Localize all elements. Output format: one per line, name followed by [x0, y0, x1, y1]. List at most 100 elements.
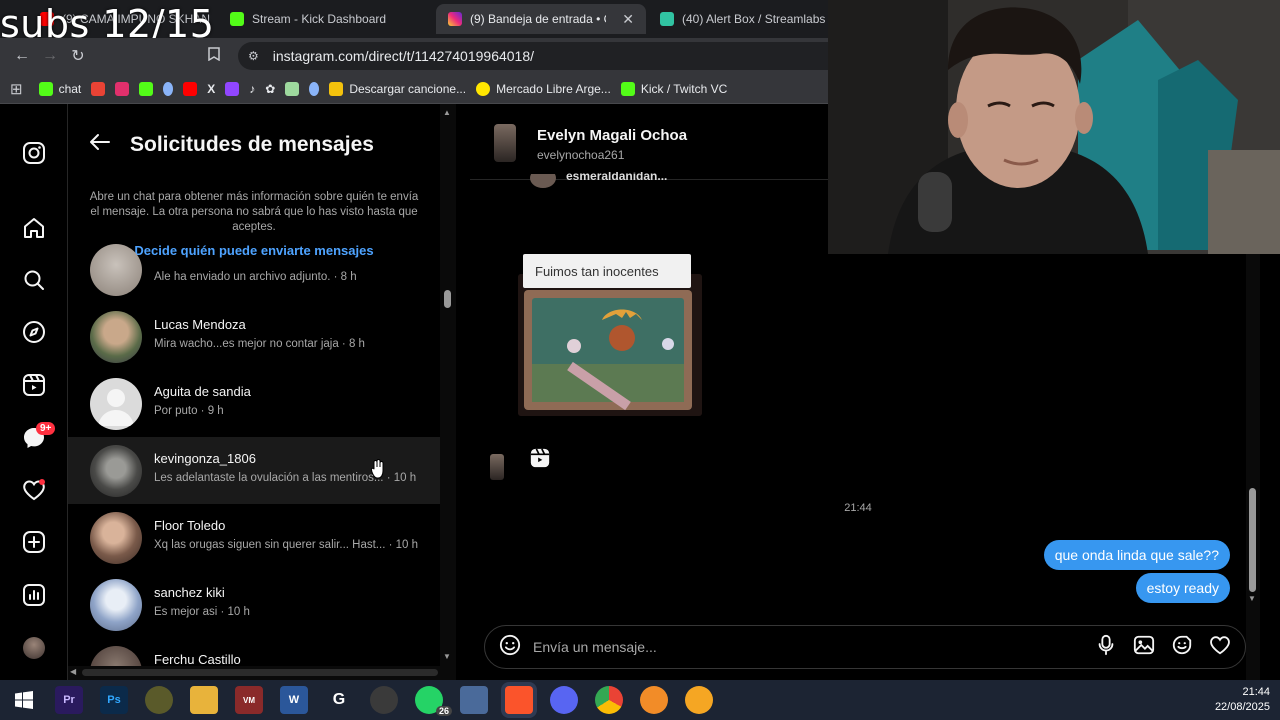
list-item[interactable]: kevingonza_1806 Les adelantaste la ovula…: [68, 437, 440, 504]
search-icon[interactable]: [21, 267, 47, 293]
contact-name[interactable]: Evelyn Magali Ochoa: [537, 127, 687, 144]
message-input[interactable]: [533, 639, 1095, 655]
bookmark-chat[interactable]: chat: [38, 81, 81, 96]
g-hub-icon[interactable]: G: [325, 686, 353, 714]
word-icon[interactable]: W: [280, 686, 308, 714]
bookmark-drop[interactable]: [163, 81, 174, 96]
windows-taskbar: Pr Ps VM W G 26 21:44 22/08/2025: [0, 680, 1280, 720]
list-item[interactable]: sanchez kiki Es mejor asi · 10 h: [68, 571, 440, 638]
sender-avatar: [490, 454, 504, 480]
bookmark-tiktok[interactable]: ♪: [249, 82, 255, 96]
scrollbar-thumb[interactable]: [444, 290, 451, 308]
shared-post-image[interactable]: [518, 274, 702, 416]
scroll-left-icon[interactable]: ◀: [70, 667, 76, 676]
bookmark-gmail[interactable]: [91, 81, 106, 96]
windows-start-icon[interactable]: [10, 686, 38, 714]
list-item[interactable]: Lucas Mendoza Mira wacho...es mejor no c…: [68, 303, 440, 370]
sticker-icon[interactable]: [1171, 634, 1193, 661]
scroll-down-icon[interactable]: ▼: [443, 652, 451, 661]
scrollbar-thumb[interactable]: [1249, 488, 1256, 592]
photoshop-icon[interactable]: Ps: [100, 686, 128, 714]
reload-icon[interactable]: ↻: [64, 46, 92, 66]
scroll-up-icon[interactable]: ▲: [443, 108, 451, 117]
address-bar: ← → ↻ ⚙ instagram.com/direct/t/114274019…: [0, 38, 828, 74]
twitch-icon: [225, 81, 240, 96]
brave-icon[interactable]: [505, 686, 533, 714]
instagram-icon: [448, 12, 462, 26]
reel-icon[interactable]: [529, 447, 551, 469]
emoji-icon[interactable]: [499, 634, 521, 661]
url-field[interactable]: ⚙ instagram.com/direct/t/114274019964018…: [238, 42, 828, 70]
contact-avatar[interactable]: [494, 124, 516, 162]
list-item-preview: Xq las orugas siguen sin querer salir...…: [154, 539, 418, 551]
vlc-icon[interactable]: [640, 686, 668, 714]
chat-scrollbar[interactable]: ▼: [1246, 254, 1260, 680]
tab-instagram-inbox[interactable]: (9) Bandeja de entrada • Chat ✕: [436, 4, 646, 34]
bookmark-youtube[interactable]: [183, 81, 198, 96]
profile-avatar[interactable]: [21, 635, 47, 661]
bookmark-kick[interactable]: [139, 81, 154, 96]
close-tab-icon[interactable]: ✕: [622, 11, 634, 28]
mercadolibre-icon: [476, 81, 491, 96]
create-icon[interactable]: [21, 529, 47, 555]
list-item[interactable]: Floor Toledo Xq las orugas siguen sin qu…: [68, 504, 440, 571]
bookmark-x[interactable]: X: [207, 82, 215, 96]
bookmark-descargar[interactable]: Descargar cancione...: [329, 81, 466, 96]
dashboard-icon[interactable]: [21, 582, 47, 608]
reels-icon[interactable]: [21, 372, 47, 398]
fl-studio-icon[interactable]: [685, 686, 713, 714]
like-heart-icon[interactable]: [1209, 634, 1231, 661]
home-icon[interactable]: [21, 215, 47, 241]
microphone-icon[interactable]: [1095, 634, 1117, 661]
avatar: [90, 445, 142, 497]
sent-message-bubble[interactable]: que onda linda que sale??: [1043, 540, 1230, 570]
bookmark-instagram[interactable]: [115, 81, 130, 96]
requests-horizontal-scrollbar[interactable]: ◀: [68, 666, 456, 680]
notifications-heart-icon[interactable]: [21, 477, 47, 503]
download-icon: [329, 81, 344, 96]
bookmark-image[interactable]: [285, 81, 300, 96]
sent-message-bubble[interactable]: estoy ready: [1135, 573, 1230, 603]
forward-icon[interactable]: →: [36, 47, 64, 65]
chrome-icon[interactable]: [595, 686, 623, 714]
image-upload-icon[interactable]: [1133, 634, 1155, 661]
list-item[interactable]: Ale ha enviado un archivo adjunto. · 8 h: [68, 236, 440, 303]
voicemeeter-icon[interactable]: VM: [235, 686, 263, 714]
back-arrow-icon[interactable]: [88, 130, 112, 159]
bookmark-icon[interactable]: [200, 46, 228, 66]
scroll-down-icon[interactable]: ▼: [1248, 594, 1256, 603]
obs-icon[interactable]: [370, 686, 398, 714]
tab-streamlabs[interactable]: (40) Alert Box / Streamlabs: [648, 4, 828, 34]
bookmark-drop-2[interactable]: [309, 81, 320, 96]
tab-kick-dashboard[interactable]: Stream - Kick Dashboard: [218, 4, 433, 34]
bookmark-twitch[interactable]: [225, 81, 240, 96]
apps-grid-icon[interactable]: ⊞: [10, 80, 23, 98]
list-item-name: Lucas Mendoza: [154, 317, 246, 332]
bookmark-mercadolibre[interactable]: Mercado Libre Arge...: [476, 81, 611, 96]
site-info-icon[interactable]: ⚙: [248, 49, 259, 63]
explore-icon[interactable]: [21, 319, 47, 345]
contact-username: evelynochoa261: [537, 148, 625, 162]
bookmark-chatgpt[interactable]: ✿: [265, 82, 275, 96]
file-explorer-icon[interactable]: [190, 686, 218, 714]
premiere-icon[interactable]: Pr: [55, 686, 83, 714]
notes-icon[interactable]: [460, 686, 488, 714]
whatsapp-icon[interactable]: 26: [415, 686, 452, 716]
scrollbar-thumb[interactable]: [82, 669, 438, 676]
back-icon[interactable]: ←: [8, 47, 36, 65]
page-title: Solicitudes de mensajes: [130, 132, 374, 156]
composer-actions: [1095, 634, 1231, 661]
chatgpt-icon: ✿: [265, 81, 276, 96]
partial-shared-author: [528, 174, 560, 192]
discord-icon[interactable]: [550, 686, 578, 714]
bookmarks-bar: ⊞ chat X ♪ ✿ Descargar cancione... Merca…: [0, 74, 828, 104]
requests-scrollbar[interactable]: ▲ ▼: [440, 104, 456, 680]
system-clock[interactable]: 21:44 22/08/2025: [1215, 685, 1270, 715]
csgo-icon[interactable]: [145, 686, 173, 714]
instagram-logo-icon[interactable]: [21, 140, 47, 166]
list-item[interactable]: Aguita de sandia Por puto · 9 h: [68, 370, 440, 437]
bookmark-kick-twitch[interactable]: Kick / Twitch VC: [620, 81, 727, 96]
drop-icon: [163, 81, 174, 96]
kick-icon: [139, 81, 154, 96]
message-timestamp: 21:44: [844, 502, 872, 514]
